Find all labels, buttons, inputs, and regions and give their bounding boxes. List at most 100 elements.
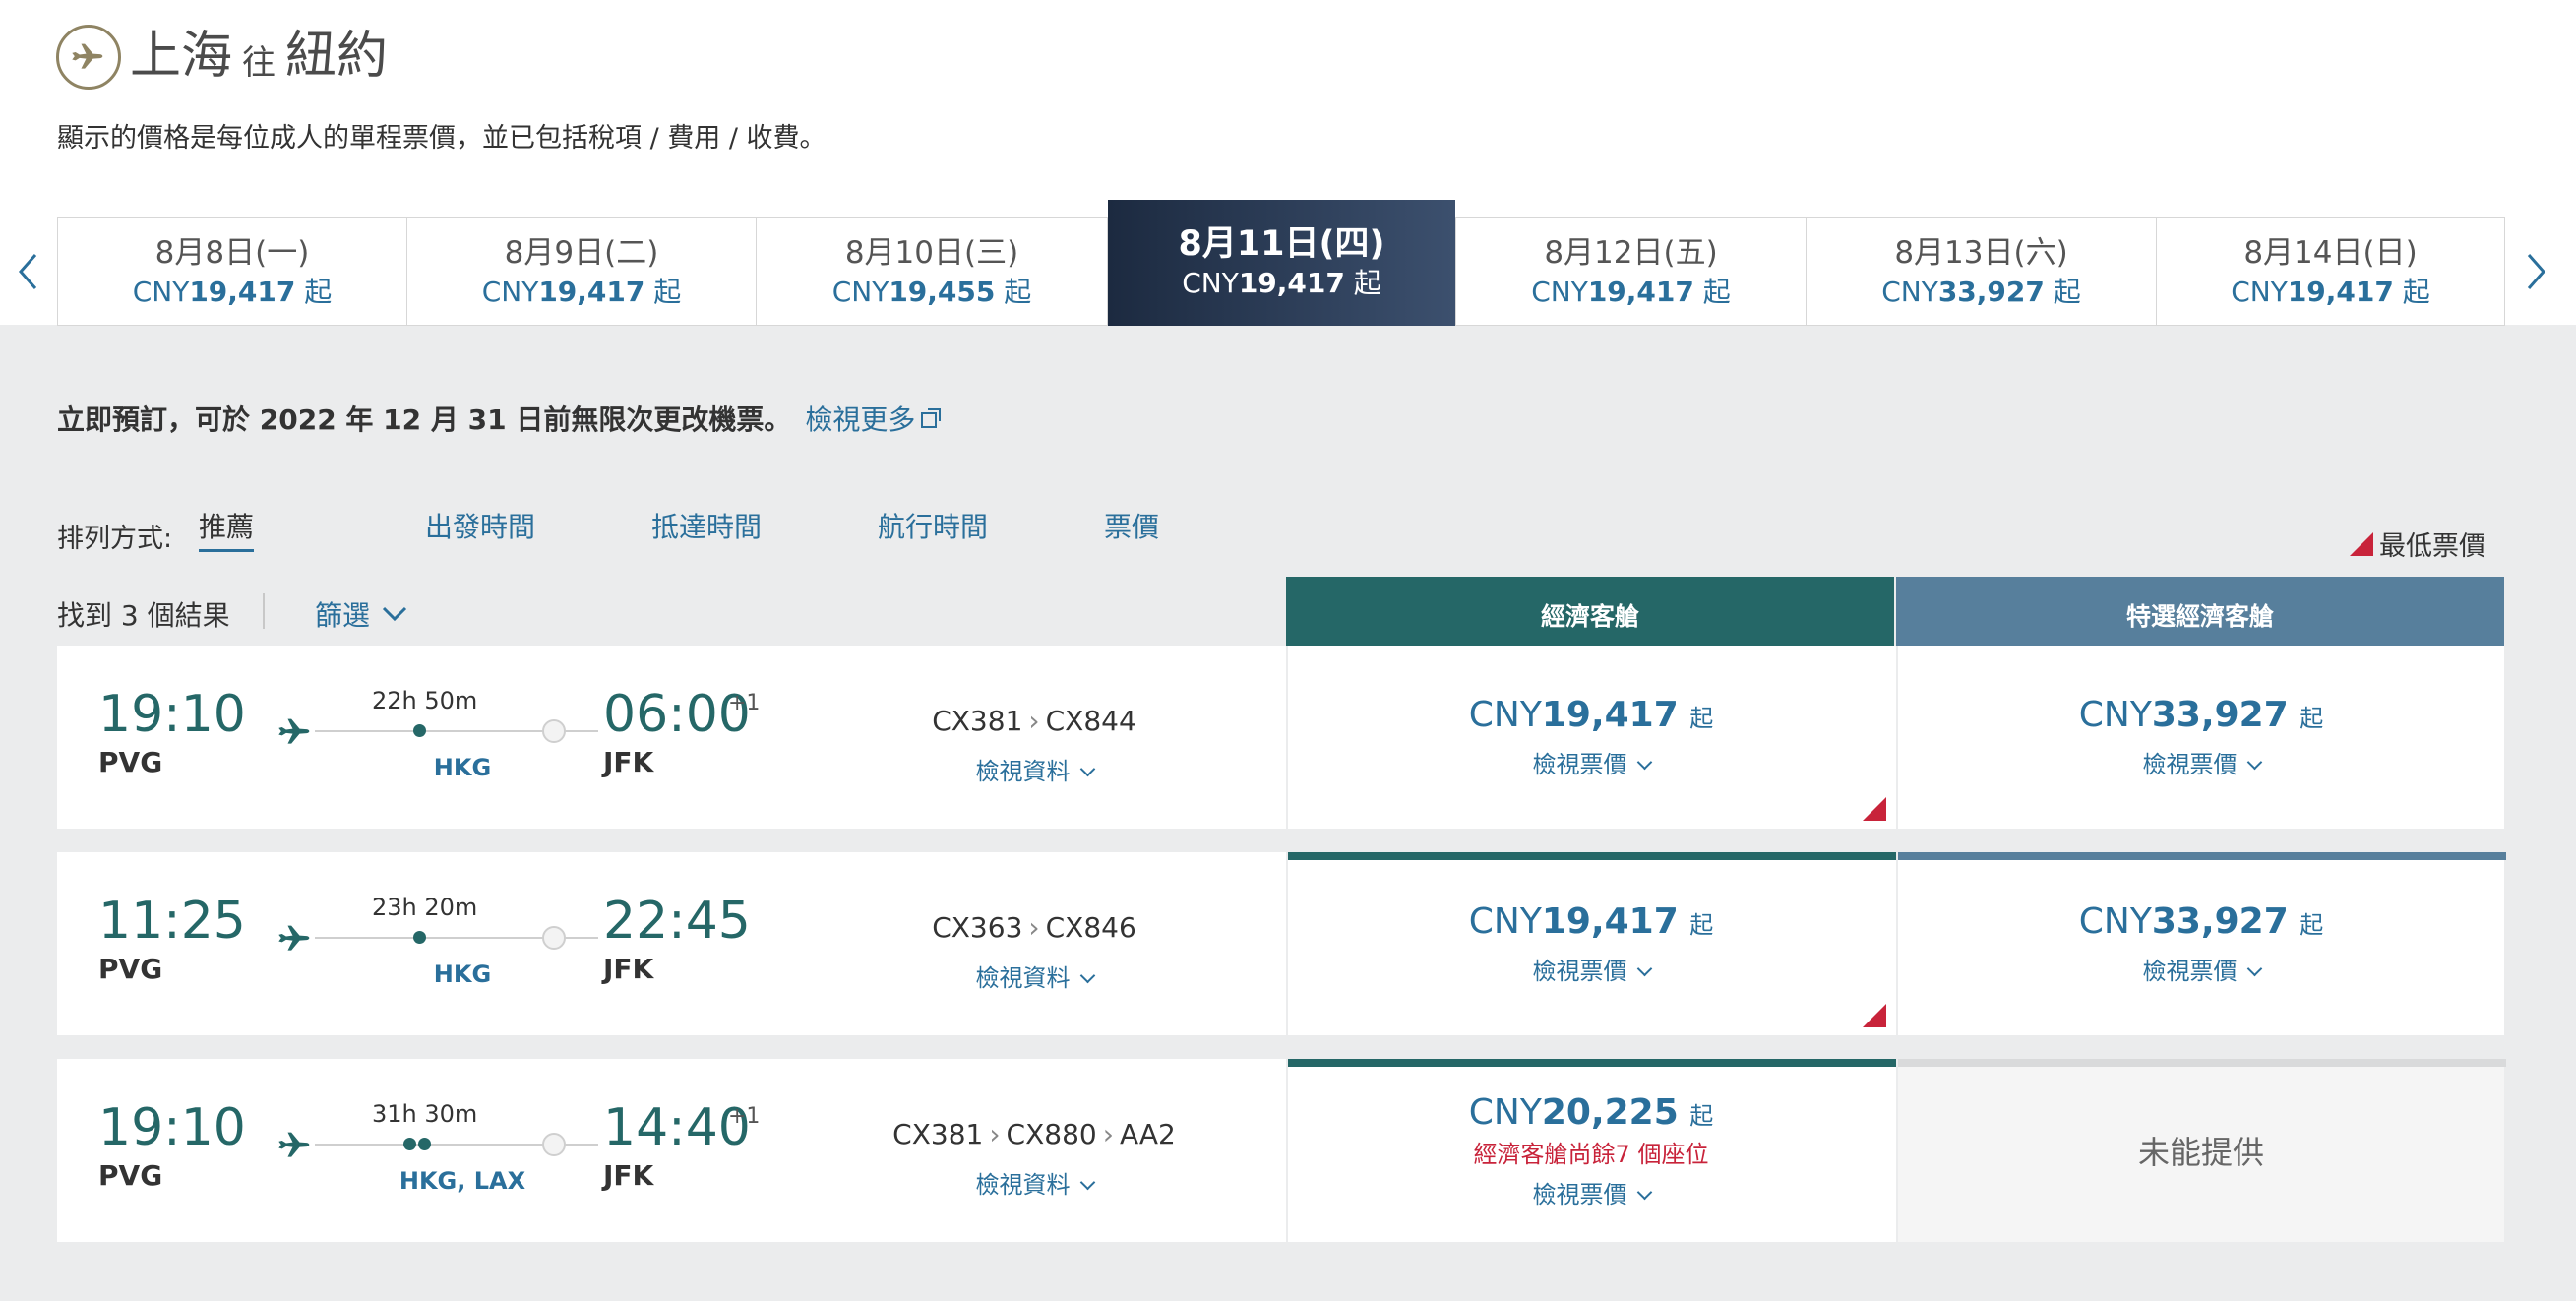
next-dates-button[interactable] xyxy=(2517,244,2556,299)
flight-number: CX846 xyxy=(1045,911,1136,944)
chevron-down-icon xyxy=(2246,960,2262,977)
view-fare-link[interactable]: 檢視票價 xyxy=(1533,952,1652,986)
prev-dates-button[interactable] xyxy=(8,244,47,299)
view-fare-link[interactable]: 檢視票價 xyxy=(2142,745,2262,779)
arrival-dot xyxy=(542,926,566,950)
flight-row: 19:10 PVG 31h 30m HKG, LAX 14:40 +1 JFK … xyxy=(57,1059,2506,1242)
date-tab-6[interactable]: 8月14日(日) CNY19,417 起 xyxy=(2156,217,2505,326)
arrival-time: 22:45 xyxy=(603,892,751,951)
origin-city: 上海 xyxy=(130,27,233,86)
departure-time: 11:25 xyxy=(98,892,246,951)
view-fare-link[interactable]: 檢視票價 xyxy=(1533,745,1652,779)
plane-icon xyxy=(278,925,310,951)
view-details-label: 檢視資料 xyxy=(975,758,1071,785)
lowest-fare-marker-icon xyxy=(2350,531,2373,556)
sort-price[interactable]: 票價 xyxy=(1104,506,1159,545)
unavailable-accent-bar xyxy=(1898,1059,2506,1067)
view-fare-link[interactable]: 檢視票價 xyxy=(1532,1175,1652,1209)
premium-fare-cell[interactable]: CNY33,927 起 檢視票價 xyxy=(1896,646,2504,829)
chevron-down-icon xyxy=(1636,960,1652,977)
route-title: 上海 往 紐約 xyxy=(130,22,388,91)
divider xyxy=(263,593,265,629)
chevron-down-icon xyxy=(1079,967,1095,984)
date-label: 8月13日(六) xyxy=(1894,235,2068,271)
chevron-right-icon xyxy=(2527,254,2546,289)
date-tab-1[interactable]: 8月9日(二) CNY19,417 起 xyxy=(406,217,757,326)
economy-fare-cell[interactable]: CNY19,417 起 檢視票價 xyxy=(1286,852,1896,1035)
view-more-label: 檢視更多 xyxy=(805,403,916,436)
flight-row: 11:25 PVG 23h 20m HKG 22:45 JFK CX363 › CX… xyxy=(57,852,2506,1035)
date-price: CNY19,417 起 xyxy=(132,276,333,308)
view-details-label: 檢視資料 xyxy=(975,1171,1071,1199)
flight-numbers: CX381 › CX880 › AA2 xyxy=(857,1118,1211,1150)
economy-price: CNY20,225 起 xyxy=(1468,1091,1714,1133)
premium-price: CNY33,927 起 xyxy=(2078,695,2324,735)
economy-accent-bar xyxy=(1288,1059,1896,1067)
economy-fare-cell[interactable]: CNY19,417 起 檢視票價 xyxy=(1286,646,1894,829)
premium-fare-cell[interactable]: CNY33,927 起 檢視票價 xyxy=(1896,852,2506,1035)
view-details-link[interactable]: 檢視資料 xyxy=(857,752,1211,786)
sort-departure-time[interactable]: 出發時間 xyxy=(425,506,535,545)
view-details-label: 檢視資料 xyxy=(975,964,1071,992)
flight-duration: 31h 30m xyxy=(372,1100,478,1128)
view-fare-label: 檢視票價 xyxy=(2142,958,2238,985)
date-price: CNY19,455 起 xyxy=(831,276,1032,308)
external-link-icon xyxy=(921,408,942,428)
flight-numbers: CX363 › CX846 xyxy=(857,911,1211,944)
date-label: 8月12日(五) xyxy=(1544,235,1718,271)
date-tab-2[interactable]: 8月10日(三) CNY19,455 起 xyxy=(756,217,1108,326)
economy-fare-cell[interactable]: CNY20,225 起 經濟客艙尚餘7 個座位 檢視票價 xyxy=(1286,1059,1896,1242)
unavailable-label: 未能提供 xyxy=(2137,1134,2264,1171)
economy-accent-bar xyxy=(1288,852,1896,860)
arrival-dot xyxy=(542,1133,566,1156)
stop-dot xyxy=(413,931,426,944)
economy-price: CNY19,417 起 xyxy=(1468,695,1714,735)
flight-number: CX880 xyxy=(1006,1118,1097,1150)
date-tab-0[interactable]: 8月8日(一) CNY19,417 起 xyxy=(57,217,407,326)
flight-row: 19:10 PVG 22h 50m HKG 06:00 +1 JFK CX381… xyxy=(57,646,2504,829)
lowest-fare-legend: 最低票價 xyxy=(2350,525,2485,563)
sort-recommended[interactable]: 推薦 xyxy=(199,506,255,552)
date-price: CNY19,417 起 xyxy=(481,276,682,308)
stop-dot xyxy=(403,1138,416,1150)
arrival-dot xyxy=(542,719,566,743)
sort-arrival-time[interactable]: 抵達時間 xyxy=(651,506,762,545)
chevron-down-icon xyxy=(2246,754,2262,771)
date-label: 8月8日(一) xyxy=(154,235,310,271)
sort-duration[interactable]: 航行時間 xyxy=(878,506,988,545)
view-details-link[interactable]: 檢視資料 xyxy=(857,959,1211,993)
seats-remaining-warning: 經濟客艙尚餘7 個座位 xyxy=(1473,1140,1709,1168)
flight-numbers: CX381 › CX844 xyxy=(857,705,1211,737)
chevron-down-icon xyxy=(1079,761,1095,777)
change-policy-notice: 立即預訂，可於 2022 年 12 月 31 日前無限次更改機票。 檢視更多 xyxy=(57,399,943,438)
plane-icon xyxy=(56,25,121,90)
view-fare-label: 檢視票價 xyxy=(1532,1180,1627,1208)
date-label: 8月11日(四) xyxy=(1178,224,1385,264)
flight-duration: 23h 20m xyxy=(372,894,478,921)
chevron-down-icon xyxy=(1079,1174,1095,1191)
date-label: 8月14日(日) xyxy=(2243,235,2418,271)
next-day-indicator: +1 xyxy=(728,1104,761,1129)
sort-label: 排列方式: xyxy=(57,524,173,554)
chevron-left-icon xyxy=(18,254,37,289)
date-price: CNY33,927 起 xyxy=(1881,276,2081,308)
stopover-airports: HKG, LAX xyxy=(399,1167,526,1195)
next-day-indicator: +1 xyxy=(728,691,761,715)
view-fare-label: 檢視票價 xyxy=(2142,751,2238,778)
connection-chevron-icon: › xyxy=(1028,705,1040,737)
view-fare-link[interactable]: 檢視票價 xyxy=(2142,952,2262,986)
stop-dot xyxy=(413,724,426,737)
premium-accent-bar xyxy=(1898,852,2506,860)
date-tab-5[interactable]: 8月13日(六) CNY33,927 起 xyxy=(1806,217,2157,326)
economy-price: CNY19,417 起 xyxy=(1468,901,1714,942)
view-more-link[interactable]: 檢視更多 xyxy=(805,399,943,438)
chevron-down-icon xyxy=(382,606,407,622)
departure-airport: PVG xyxy=(98,746,163,778)
date-label: 8月9日(二) xyxy=(504,235,659,271)
date-tab-3-selected[interactable]: 8月11日(四) CNY19,417 起 xyxy=(1108,200,1455,326)
view-details-link[interactable]: 檢視資料 xyxy=(857,1165,1211,1200)
chevron-down-icon xyxy=(1636,1184,1652,1200)
filter-button[interactable]: 篩選 xyxy=(315,594,407,634)
date-tab-4[interactable]: 8月12日(五) CNY19,417 起 xyxy=(1455,217,1807,326)
departure-time: 19:10 xyxy=(98,1098,246,1157)
